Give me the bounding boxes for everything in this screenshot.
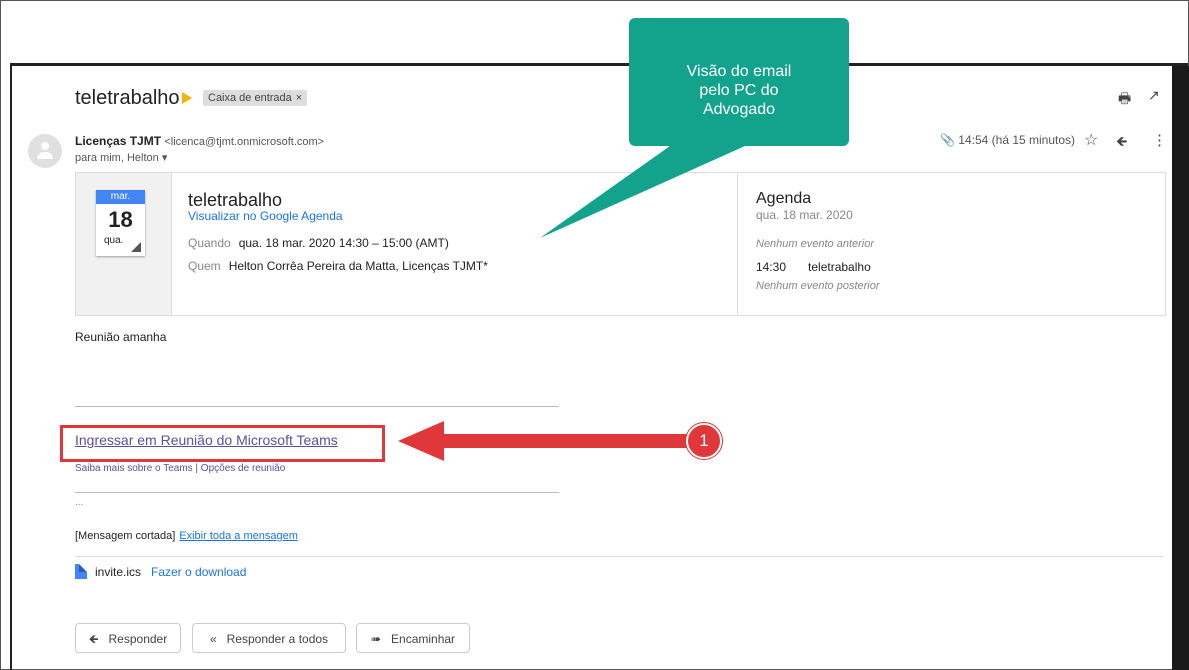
red-arrow-icon <box>398 421 700 461</box>
step-number-badge: 1 <box>686 423 722 459</box>
